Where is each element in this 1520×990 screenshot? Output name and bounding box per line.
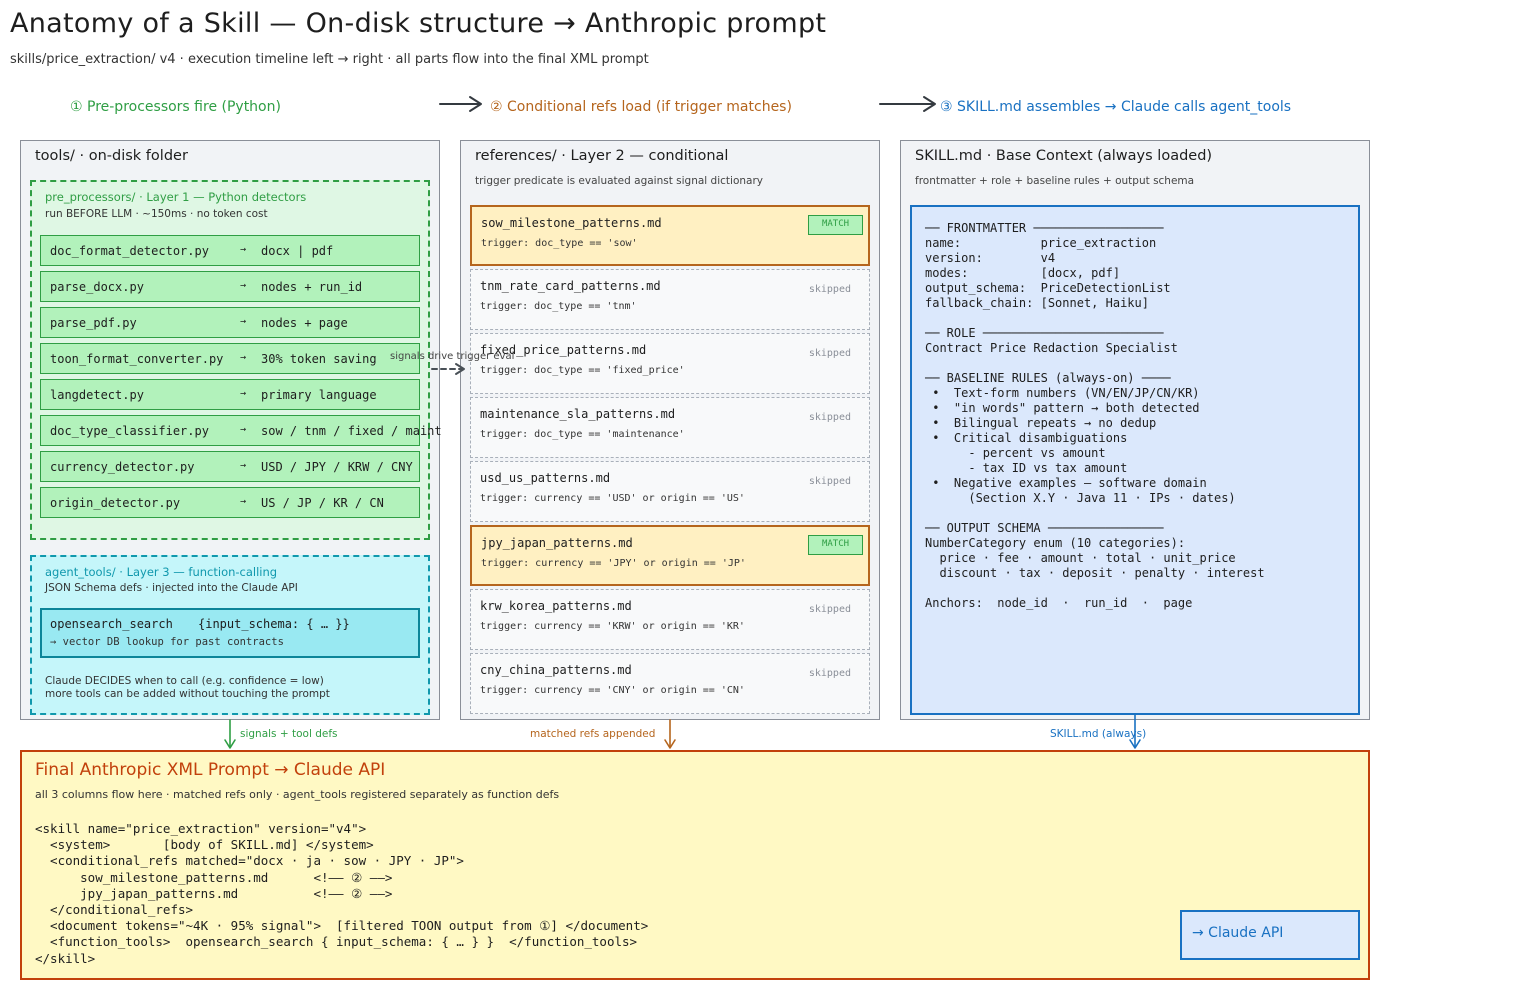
arrow-refs-to-final [664,719,676,749]
arrow-skill-to-final [1129,714,1141,749]
connector-arrows [224,96,1141,749]
phase-arrow-2 [879,96,936,112]
phase-arrow-1 [439,96,482,112]
arrow-tools-to-final [224,719,236,749]
